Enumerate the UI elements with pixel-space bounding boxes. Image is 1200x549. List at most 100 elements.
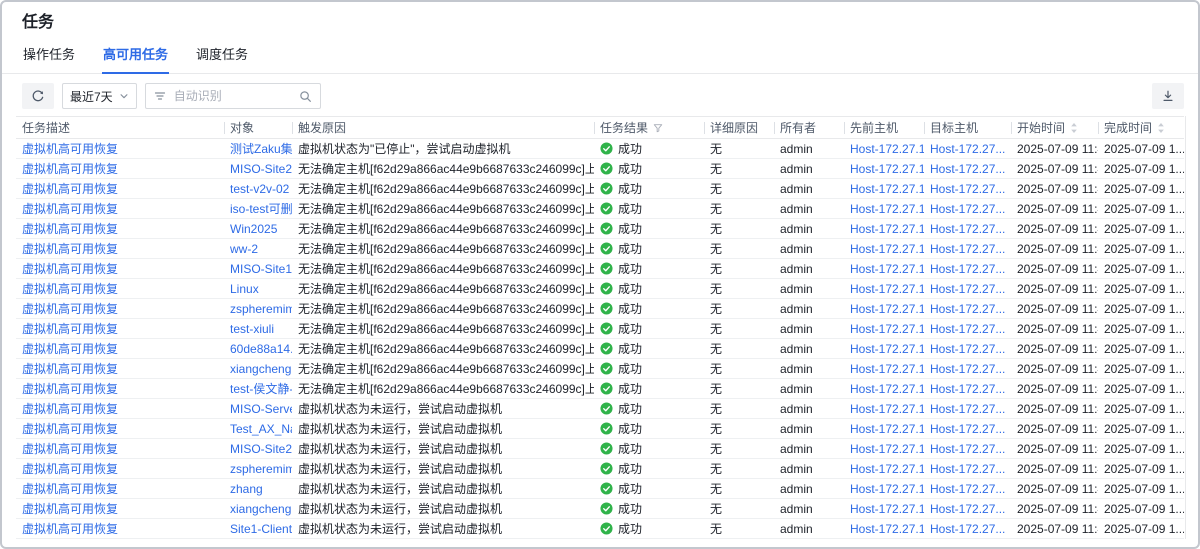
target-host-link[interactable]: Host-172.27...: [930, 522, 1005, 536]
date-range-select[interactable]: 最近7天: [62, 83, 137, 109]
task-description-link[interactable]: 虚拟机高可用恢复: [22, 182, 118, 196]
detail-reason-text: 无: [704, 159, 774, 179]
target-host-link[interactable]: Host-172.27...: [930, 362, 1005, 376]
object-link[interactable]: zhang: [230, 482, 263, 496]
task-description-link[interactable]: 虚拟机高可用恢复: [22, 142, 118, 156]
refresh-button[interactable]: [22, 83, 54, 109]
finish-time-text: 2025-07-09 1...: [1098, 259, 1184, 279]
export-button[interactable]: [1152, 83, 1184, 109]
target-host-link[interactable]: Host-172.27...: [930, 502, 1005, 516]
target-host-link[interactable]: Host-172.27...: [930, 202, 1005, 216]
task-description-link[interactable]: 虚拟机高可用恢复: [22, 162, 118, 176]
object-link[interactable]: Win2025: [230, 222, 277, 236]
task-description-link[interactable]: 虚拟机高可用恢复: [22, 382, 118, 396]
object-link[interactable]: ww-2: [230, 242, 258, 256]
task-description-link[interactable]: 虚拟机高可用恢复: [22, 402, 118, 416]
previous-host-link[interactable]: Host-172.27.1.30: [850, 222, 924, 236]
object-link[interactable]: xiangcheng...: [230, 362, 292, 376]
start-time-text: 2025-07-09 11:42:24: [1011, 499, 1098, 519]
target-host-link[interactable]: Host-172.27...: [930, 322, 1005, 336]
object-link[interactable]: 测试Zaku集...: [230, 142, 292, 156]
object-link[interactable]: test-侯文静-...: [230, 382, 292, 396]
task-description-link[interactable]: 虚拟机高可用恢复: [22, 362, 118, 376]
target-host-link[interactable]: Host-172.27...: [930, 222, 1005, 236]
object-link[interactable]: test-xiuli: [230, 322, 274, 336]
previous-host-link[interactable]: Host-172.27.1.30: [850, 362, 924, 376]
col-task-result[interactable]: 任务结果: [594, 117, 704, 139]
object-link[interactable]: MISO-Site2...: [230, 162, 292, 176]
sort-icon[interactable]: [1157, 122, 1165, 134]
target-host-link[interactable]: Host-172.27...: [930, 422, 1005, 436]
object-link[interactable]: xiangcheng...: [230, 502, 292, 516]
tab-scheduled-tasks[interactable]: 调度任务: [195, 36, 249, 73]
target-host-link[interactable]: Host-172.27...: [930, 402, 1005, 416]
target-host-link[interactable]: Host-172.27...: [930, 442, 1005, 456]
object-link[interactable]: iso-test可删: [230, 202, 292, 216]
task-description-link[interactable]: 虚拟机高可用恢复: [22, 342, 118, 356]
previous-host-link[interactable]: Host-172.27.1.32: [850, 402, 924, 416]
task-description-link[interactable]: 虚拟机高可用恢复: [22, 262, 118, 276]
task-description-link[interactable]: 虚拟机高可用恢复: [22, 242, 118, 256]
sort-icon[interactable]: [1070, 122, 1078, 134]
target-host-link[interactable]: Host-172.27...: [930, 242, 1005, 256]
object-link[interactable]: Linux: [230, 282, 259, 296]
tab-operation-tasks[interactable]: 操作任务: [22, 36, 76, 73]
target-host-link[interactable]: Host-172.27...: [930, 302, 1005, 316]
object-link[interactable]: zspheremim...: [230, 462, 292, 476]
previous-host-link[interactable]: Host-172.27.1.30: [850, 322, 924, 336]
target-host-link[interactable]: Host-172.27...: [930, 382, 1005, 396]
task-description-link[interactable]: 虚拟机高可用恢复: [22, 502, 118, 516]
previous-host-link[interactable]: Host-172.27.1.30: [850, 282, 924, 296]
target-host-link[interactable]: Host-172.27...: [930, 162, 1005, 176]
previous-host-link[interactable]: Host-172.27.1.30: [850, 162, 924, 176]
previous-host-link[interactable]: Host-172.27.1.32: [850, 502, 924, 516]
task-description-link[interactable]: 虚拟机高可用恢复: [22, 322, 118, 336]
previous-host-link[interactable]: Host-172.27.1.30: [850, 142, 924, 156]
object-link[interactable]: test-v2v-02: [230, 182, 289, 196]
previous-host-link[interactable]: Host-172.27.1.32: [850, 442, 924, 456]
target-host-link[interactable]: Host-172.27...: [930, 482, 1005, 496]
target-host-link[interactable]: Host-172.27...: [930, 462, 1005, 476]
task-description-link[interactable]: 虚拟机高可用恢复: [22, 442, 118, 456]
task-description-link[interactable]: 虚拟机高可用恢复: [22, 462, 118, 476]
object-link[interactable]: 60de88a14...: [230, 342, 292, 356]
previous-host-link[interactable]: Host-172.27.1.30: [850, 182, 924, 196]
tasks-table: 任务描述 对象 触发原因 任务结果 详细原因 所有者 先前主机 目标主机: [16, 116, 1186, 539]
col-finish-time[interactable]: 完成时间: [1098, 117, 1184, 139]
col-start-time[interactable]: 开始时间: [1011, 117, 1098, 139]
target-host-link[interactable]: Host-172.27...: [930, 182, 1005, 196]
target-host-link[interactable]: Host-172.27...: [930, 142, 1005, 156]
tab-ha-tasks[interactable]: 高可用任务: [102, 36, 169, 74]
previous-host-link[interactable]: Host-172.27.1.30: [850, 242, 924, 256]
search-icon[interactable]: [299, 90, 312, 103]
filter-funnel-icon[interactable]: [653, 123, 663, 133]
previous-host-link[interactable]: Host-172.27.1.30: [850, 302, 924, 316]
object-link[interactable]: Test_AX_Na...: [230, 422, 292, 436]
start-time-text: 2025-07-09 11:42:24: [1011, 419, 1098, 439]
target-host-link[interactable]: Host-172.27...: [930, 262, 1005, 276]
search-input[interactable]: [172, 88, 293, 104]
object-link[interactable]: zspheremim...: [230, 302, 292, 316]
previous-host-link[interactable]: Host-172.27.1.30: [850, 262, 924, 276]
previous-host-link[interactable]: Host-172.27.1.32: [850, 522, 924, 536]
previous-host-link[interactable]: Host-172.27.1.30: [850, 342, 924, 356]
previous-host-link[interactable]: Host-172.27.1.32: [850, 482, 924, 496]
previous-host-link[interactable]: Host-172.27.1.32: [850, 462, 924, 476]
target-host-link[interactable]: Host-172.27...: [930, 282, 1005, 296]
task-description-link[interactable]: 虚拟机高可用恢复: [22, 202, 118, 216]
previous-host-link[interactable]: Host-172.27.1.30: [850, 202, 924, 216]
task-description-link[interactable]: 虚拟机高可用恢复: [22, 302, 118, 316]
task-description-link[interactable]: 虚拟机高可用恢复: [22, 522, 118, 536]
object-link[interactable]: MISO-Serve...: [230, 402, 292, 416]
object-link[interactable]: MISO-Site1...: [230, 262, 292, 276]
task-description-link[interactable]: 虚拟机高可用恢复: [22, 222, 118, 236]
object-link[interactable]: Site1-Client1: [230, 522, 292, 536]
previous-host-link[interactable]: Host-172.27.1.32: [850, 422, 924, 436]
trigger-reason-text: 无法确定主机[f62d29a866ac44e9b6687633c246099c]…: [292, 259, 594, 279]
previous-host-link[interactable]: Host-172.27.1.30: [850, 382, 924, 396]
task-description-link[interactable]: 虚拟机高可用恢复: [22, 422, 118, 436]
target-host-link[interactable]: Host-172.27...: [930, 342, 1005, 356]
task-description-link[interactable]: 虚拟机高可用恢复: [22, 482, 118, 496]
object-link[interactable]: MISO-Site2...: [230, 442, 292, 456]
task-description-link[interactable]: 虚拟机高可用恢复: [22, 282, 118, 296]
